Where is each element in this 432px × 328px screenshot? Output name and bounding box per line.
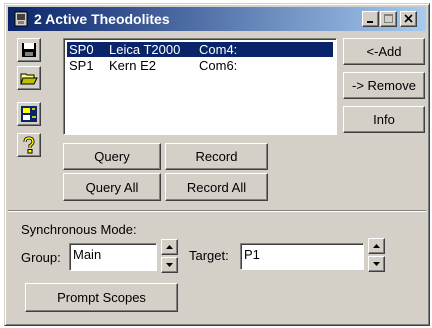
save-icon bbox=[22, 43, 36, 57]
group-spin-up-button[interactable] bbox=[161, 239, 178, 255]
record-button[interactable]: Record bbox=[165, 143, 268, 170]
instrument-id: SP0 bbox=[69, 42, 94, 57]
add-button[interactable]: <-Add bbox=[343, 38, 425, 65]
arrow-down-icon bbox=[166, 263, 173, 267]
help-icon bbox=[23, 136, 35, 154]
target-spinner[interactable] bbox=[368, 238, 385, 274]
group-field[interactable]: Main bbox=[69, 243, 157, 271]
minimize-button[interactable] bbox=[362, 11, 379, 27]
theodolite-app-icon[interactable] bbox=[13, 11, 29, 27]
help-button[interactable] bbox=[17, 133, 41, 157]
list-item[interactable]: SP0 Leica T2000 Com4: bbox=[67, 42, 333, 57]
save-button[interactable] bbox=[17, 38, 41, 62]
instrument-port: Com4: bbox=[199, 42, 238, 57]
instrument-name: Leica T2000 bbox=[109, 42, 181, 57]
sync-mode-heading: Synchronous Mode: bbox=[21, 222, 137, 237]
title-bar[interactable]: 2 Active Theodolites bbox=[8, 7, 426, 31]
arrow-up-icon bbox=[373, 244, 380, 248]
prompt-scopes-button[interactable]: Prompt Scopes bbox=[25, 283, 178, 312]
group-spin-down-button[interactable] bbox=[161, 257, 178, 273]
instrument-port: Com6: bbox=[199, 58, 238, 73]
group-label: Group: bbox=[21, 250, 61, 265]
window-title: 2 Active Theodolites bbox=[34, 11, 170, 27]
list-item[interactable]: SP1 Kern E2 Com6: bbox=[67, 58, 333, 73]
open-folder-icon bbox=[20, 73, 38, 85]
close-icon bbox=[404, 14, 413, 23]
query-all-button[interactable]: Query All bbox=[63, 173, 161, 201]
instrument-list[interactable]: SP0 Leica T2000 Com4: SP1 Kern E2 Com6: bbox=[63, 38, 337, 135]
arrow-up-icon bbox=[166, 245, 173, 249]
section-divider bbox=[8, 210, 426, 212]
record-all-button[interactable]: Record All bbox=[165, 173, 268, 201]
close-button[interactable] bbox=[400, 11, 417, 27]
theodolites-window: 2 Active Theodolites SP0 Leica T2000 Com… bbox=[4, 3, 430, 326]
info-button[interactable]: Info bbox=[343, 106, 425, 133]
group-spinner[interactable] bbox=[161, 239, 178, 275]
select-instrument-button[interactable] bbox=[17, 102, 41, 126]
query-button[interactable]: Query bbox=[63, 143, 161, 170]
select-instrument-icon bbox=[21, 106, 37, 122]
target-label: Target: bbox=[189, 248, 229, 263]
instrument-id: SP1 bbox=[69, 58, 94, 73]
remove-button[interactable]: -> Remove bbox=[343, 72, 425, 99]
maximize-icon bbox=[384, 14, 393, 23]
minimize-icon bbox=[367, 21, 373, 23]
open-button[interactable] bbox=[17, 66, 41, 90]
target-field[interactable]: P1 bbox=[240, 243, 364, 270]
instrument-name: Kern E2 bbox=[109, 58, 156, 73]
arrow-down-icon bbox=[373, 262, 380, 266]
maximize-button[interactable] bbox=[380, 11, 397, 27]
target-spin-up-button[interactable] bbox=[368, 238, 385, 254]
target-spin-down-button[interactable] bbox=[368, 256, 385, 272]
